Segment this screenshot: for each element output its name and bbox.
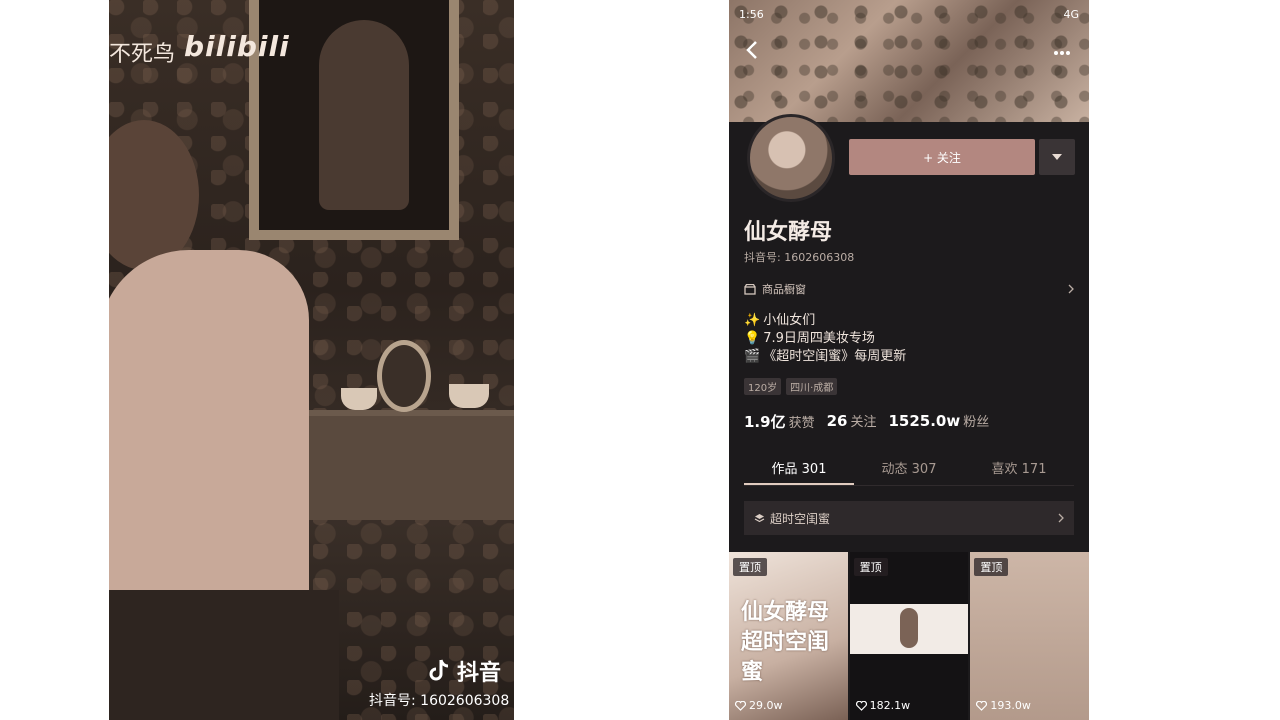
douyin-logo-text: 抖音 — [457, 661, 502, 686]
sparkle-icon: ✨ — [744, 313, 761, 328]
watermark-text: 不死鸟 — [109, 42, 176, 67]
stat-label: 关注 — [850, 415, 877, 430]
tab-activity[interactable]: 动态 307 — [854, 456, 964, 485]
stat-value: 1525.0w — [888, 412, 961, 430]
profile-bio: ✨ 小仙女们 💡 7.9日周四美妆专场 🎬 《超时空闺蜜》每周更新 — [744, 312, 906, 366]
bio-text: 7.9日周四美妆专场 — [763, 331, 875, 346]
tab-likes[interactable]: 喜欢 171 — [964, 456, 1074, 485]
post-thumbnail[interactable]: 置顶 193.0w — [970, 552, 1089, 720]
tag-location: 四川·成都 — [786, 378, 838, 395]
stat-label: 粉丝 — [963, 415, 990, 430]
stat-label: 获赞 — [788, 416, 815, 431]
post-figure — [899, 608, 918, 648]
post-likes: 29.0w — [735, 699, 783, 712]
more-options-button[interactable] — [1053, 40, 1071, 61]
post-thumbnail[interactable]: 置顶 182.1w — [849, 552, 969, 720]
more-dots-icon — [1054, 51, 1070, 55]
shop-window-row[interactable]: 商品橱窗 — [744, 280, 1074, 298]
post-likes: 193.0w — [976, 699, 1031, 712]
post-likes-count: 193.0w — [990, 699, 1031, 712]
video-frame[interactable]: 不死鸟 bilibili 抖音 抖音号: 1602606308 — [109, 0, 514, 720]
layers-icon — [754, 513, 765, 522]
heart-icon — [735, 700, 746, 711]
heart-icon — [976, 700, 988, 711]
pinned-badge: 置顶 — [733, 558, 767, 576]
triangle-down-icon — [1052, 154, 1062, 160]
shop-icon — [744, 283, 756, 295]
post-title: 仙女酵母 超时空闺蜜 — [741, 600, 830, 685]
profile-name: 仙女酵母 — [744, 220, 833, 245]
bilibili-logo: bilibili — [184, 30, 290, 63]
pinned-badge: 置顶 — [974, 558, 1009, 576]
follow-button[interactable]: + 关注 — [849, 139, 1035, 175]
bio-text: 《超时空闺蜜》每周更新 — [763, 349, 907, 364]
person-skirt — [109, 590, 339, 720]
collection-row[interactable]: 超时空闺蜜 — [744, 501, 1074, 535]
stat-likes[interactable]: 1.9亿 获赞 — [744, 411, 815, 432]
tag-age: 120岁 — [744, 378, 782, 395]
bio-line: ✨ 小仙女们 — [744, 312, 906, 330]
teacup — [341, 388, 377, 410]
screen: 不死鸟 bilibili 抖音 抖音号: 1602606308 1:56 4G … — [0, 0, 1280, 720]
profile-tabs: 作品 301 动态 307 喜欢 171 — [744, 456, 1074, 486]
back-button[interactable] — [745, 40, 767, 66]
post-thumbnail[interactable]: 仙女酵母 超时空闺蜜 置顶 29.0w — [729, 552, 848, 720]
tab-works[interactable]: 作品 301 — [744, 456, 854, 485]
stat-value: 1.9亿 — [744, 413, 786, 431]
chevron-right-icon — [1058, 513, 1064, 523]
profile-screen: 1:56 4G + 关注 仙女酵母 抖音号: 1602606308 商品橱窗 ✨… — [729, 0, 1089, 720]
lightbulb-icon: 💡 — [744, 331, 761, 346]
heart-icon — [855, 700, 867, 711]
hand-mirror — [377, 340, 431, 412]
chevron-left-icon — [746, 41, 757, 59]
post-likes-count: 182.1w — [869, 699, 911, 712]
recommend-dropdown-button[interactable] — [1039, 139, 1075, 175]
status-bar: 1:56 4G — [739, 8, 1079, 21]
post-likes: 182.1w — [855, 699, 911, 712]
bio-line: 🎬 《超时空闺蜜》每周更新 — [744, 348, 906, 366]
profile-stats: 1.9亿 获赞 26 关注 1525.0w 粉丝 — [744, 411, 989, 432]
teacup — [449, 384, 489, 408]
clapperboard-icon: 🎬 — [744, 349, 761, 364]
collection-label: 超时空闺蜜 — [770, 511, 831, 526]
profile-tags: 120岁 四川·成都 — [744, 378, 838, 395]
stat-followers[interactable]: 1525.0w 粉丝 — [888, 411, 989, 432]
post-likes-count: 29.0w — [749, 699, 783, 712]
profile-douyin-id: 抖音号: 1602606308 — [744, 251, 855, 264]
portrait-figure — [319, 20, 409, 210]
stat-value: 26 — [826, 412, 848, 430]
vanity-table — [299, 410, 514, 520]
chevron-right-icon — [1068, 284, 1074, 294]
stat-following[interactable]: 26 关注 — [827, 411, 877, 432]
posts-grid: 仙女酵母 超时空闺蜜 置顶 29.0w 置顶 182.1w 置顶 193.0w — [729, 552, 1089, 720]
status-time: 1:56 — [739, 8, 764, 21]
douyin-logo: 抖音 — [427, 655, 501, 687]
douyin-note-icon — [429, 659, 449, 681]
douyin-id-watermark: 抖音号: 1602606308 — [369, 693, 510, 709]
pinned-badge: 置顶 — [853, 558, 888, 576]
avatar[interactable] — [747, 114, 835, 202]
bio-line: 💡 7.9日周四美妆专场 — [744, 330, 906, 348]
status-network: 4G — [1063, 8, 1079, 21]
bio-text: 小仙女们 — [763, 313, 816, 328]
shop-label: 商品橱窗 — [762, 283, 806, 296]
